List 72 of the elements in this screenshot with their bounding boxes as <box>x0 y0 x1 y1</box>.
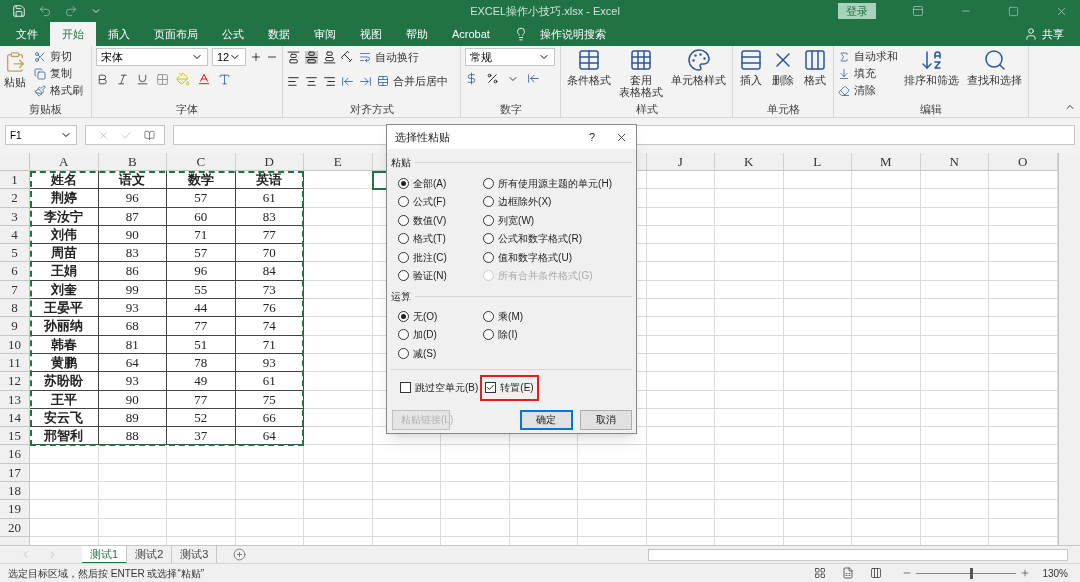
table-cell: 52 <box>167 408 236 428</box>
table-cell: 44 <box>167 299 236 318</box>
table-cell: 66 <box>235 408 304 428</box>
table-cell: 苏盼盼 <box>30 372 99 391</box>
table-cell: 71 <box>167 225 236 245</box>
table-cell: 王晏平 <box>30 299 99 318</box>
table-cell: 78 <box>167 353 236 373</box>
table-cell: 93 <box>98 372 167 391</box>
group-label: 字体 <box>175 102 199 117</box>
table-cell: 55 <box>167 280 236 300</box>
table-cell: 77 <box>167 317 236 336</box>
table-cell: 90 <box>98 225 167 245</box>
group-label: 数字 <box>498 102 523 117</box>
table-cell: 51 <box>167 335 236 354</box>
table-cell: 71 <box>235 335 304 354</box>
table-cell: 黄鹏 <box>30 353 99 373</box>
table-cell: 61 <box>235 372 304 391</box>
dialog-title: 选择性粘贴 <box>395 129 451 145</box>
table-cell: 90 <box>98 390 167 409</box>
table-cell: 英语 <box>235 171 304 190</box>
group-label: 单元格 <box>765 102 801 117</box>
section-label: 运算 <box>391 290 411 304</box>
table-cell: 60 <box>167 207 236 226</box>
table-cell: 安云飞 <box>30 408 99 428</box>
table-cell: 81 <box>98 335 167 354</box>
table-cell: 49 <box>167 372 236 391</box>
table-cell: 83 <box>235 207 304 226</box>
table-cell: 语文 <box>98 171 167 190</box>
table-cell: 荆婷 <box>30 189 99 208</box>
table-cell: 孙丽纳 <box>30 317 99 336</box>
table-cell: 87 <box>98 207 167 226</box>
table-cell: 96 <box>98 189 167 208</box>
table-cell: 57 <box>167 189 236 208</box>
table-cell: 77 <box>167 390 236 409</box>
table-cell: 数学 <box>167 171 236 190</box>
group-label: 样式 <box>634 102 659 117</box>
table-cell: 84 <box>235 262 304 281</box>
table-cell: 37 <box>167 427 236 446</box>
table-cell: 75 <box>235 390 304 409</box>
table-cell: 76 <box>235 299 304 318</box>
table-cell: 王娟 <box>30 262 99 281</box>
table-cell: 刘伟 <box>30 225 99 245</box>
group-label: 对齐方式 <box>348 102 395 117</box>
table-cell: 李汝宁 <box>30 207 99 226</box>
table-cell: 74 <box>235 317 304 336</box>
table-cell: 周苗 <box>30 244 99 263</box>
table-cell: 86 <box>98 262 167 281</box>
table-cell: 93 <box>235 353 304 373</box>
table-cell: 61 <box>235 189 304 208</box>
table-cell: 68 <box>98 317 167 336</box>
table-cell: 70 <box>235 244 304 263</box>
table-cell: 89 <box>98 408 167 428</box>
table-cell: 77 <box>235 225 304 245</box>
window-title: EXCEL操作小技巧.xlsx - Excel <box>469 3 621 19</box>
group-label: 剪贴板 <box>28 102 63 117</box>
table-cell: 93 <box>98 299 167 318</box>
table-cell: 邢智利 <box>30 427 99 446</box>
group-label: 编辑 <box>919 102 943 117</box>
table-cell: 姓名 <box>30 171 99 190</box>
table-cell: 王平 <box>30 390 99 409</box>
table-cell: 88 <box>98 427 167 446</box>
table-cell: 韩春 <box>30 335 99 354</box>
status-message: 选定目标区域，然后按 ENTER 或选择“粘贴” <box>8 566 206 581</box>
table-cell: 刘奎 <box>30 280 99 300</box>
table-cell: 96 <box>167 262 236 281</box>
table-cell: 73 <box>235 280 304 300</box>
table-cell: 57 <box>167 244 236 263</box>
table-cell: 99 <box>98 280 167 300</box>
table-cell: 83 <box>98 244 167 263</box>
table-cell: 64 <box>235 427 304 446</box>
section-label: 粘贴 <box>391 156 411 170</box>
table-cell: 64 <box>98 353 167 373</box>
